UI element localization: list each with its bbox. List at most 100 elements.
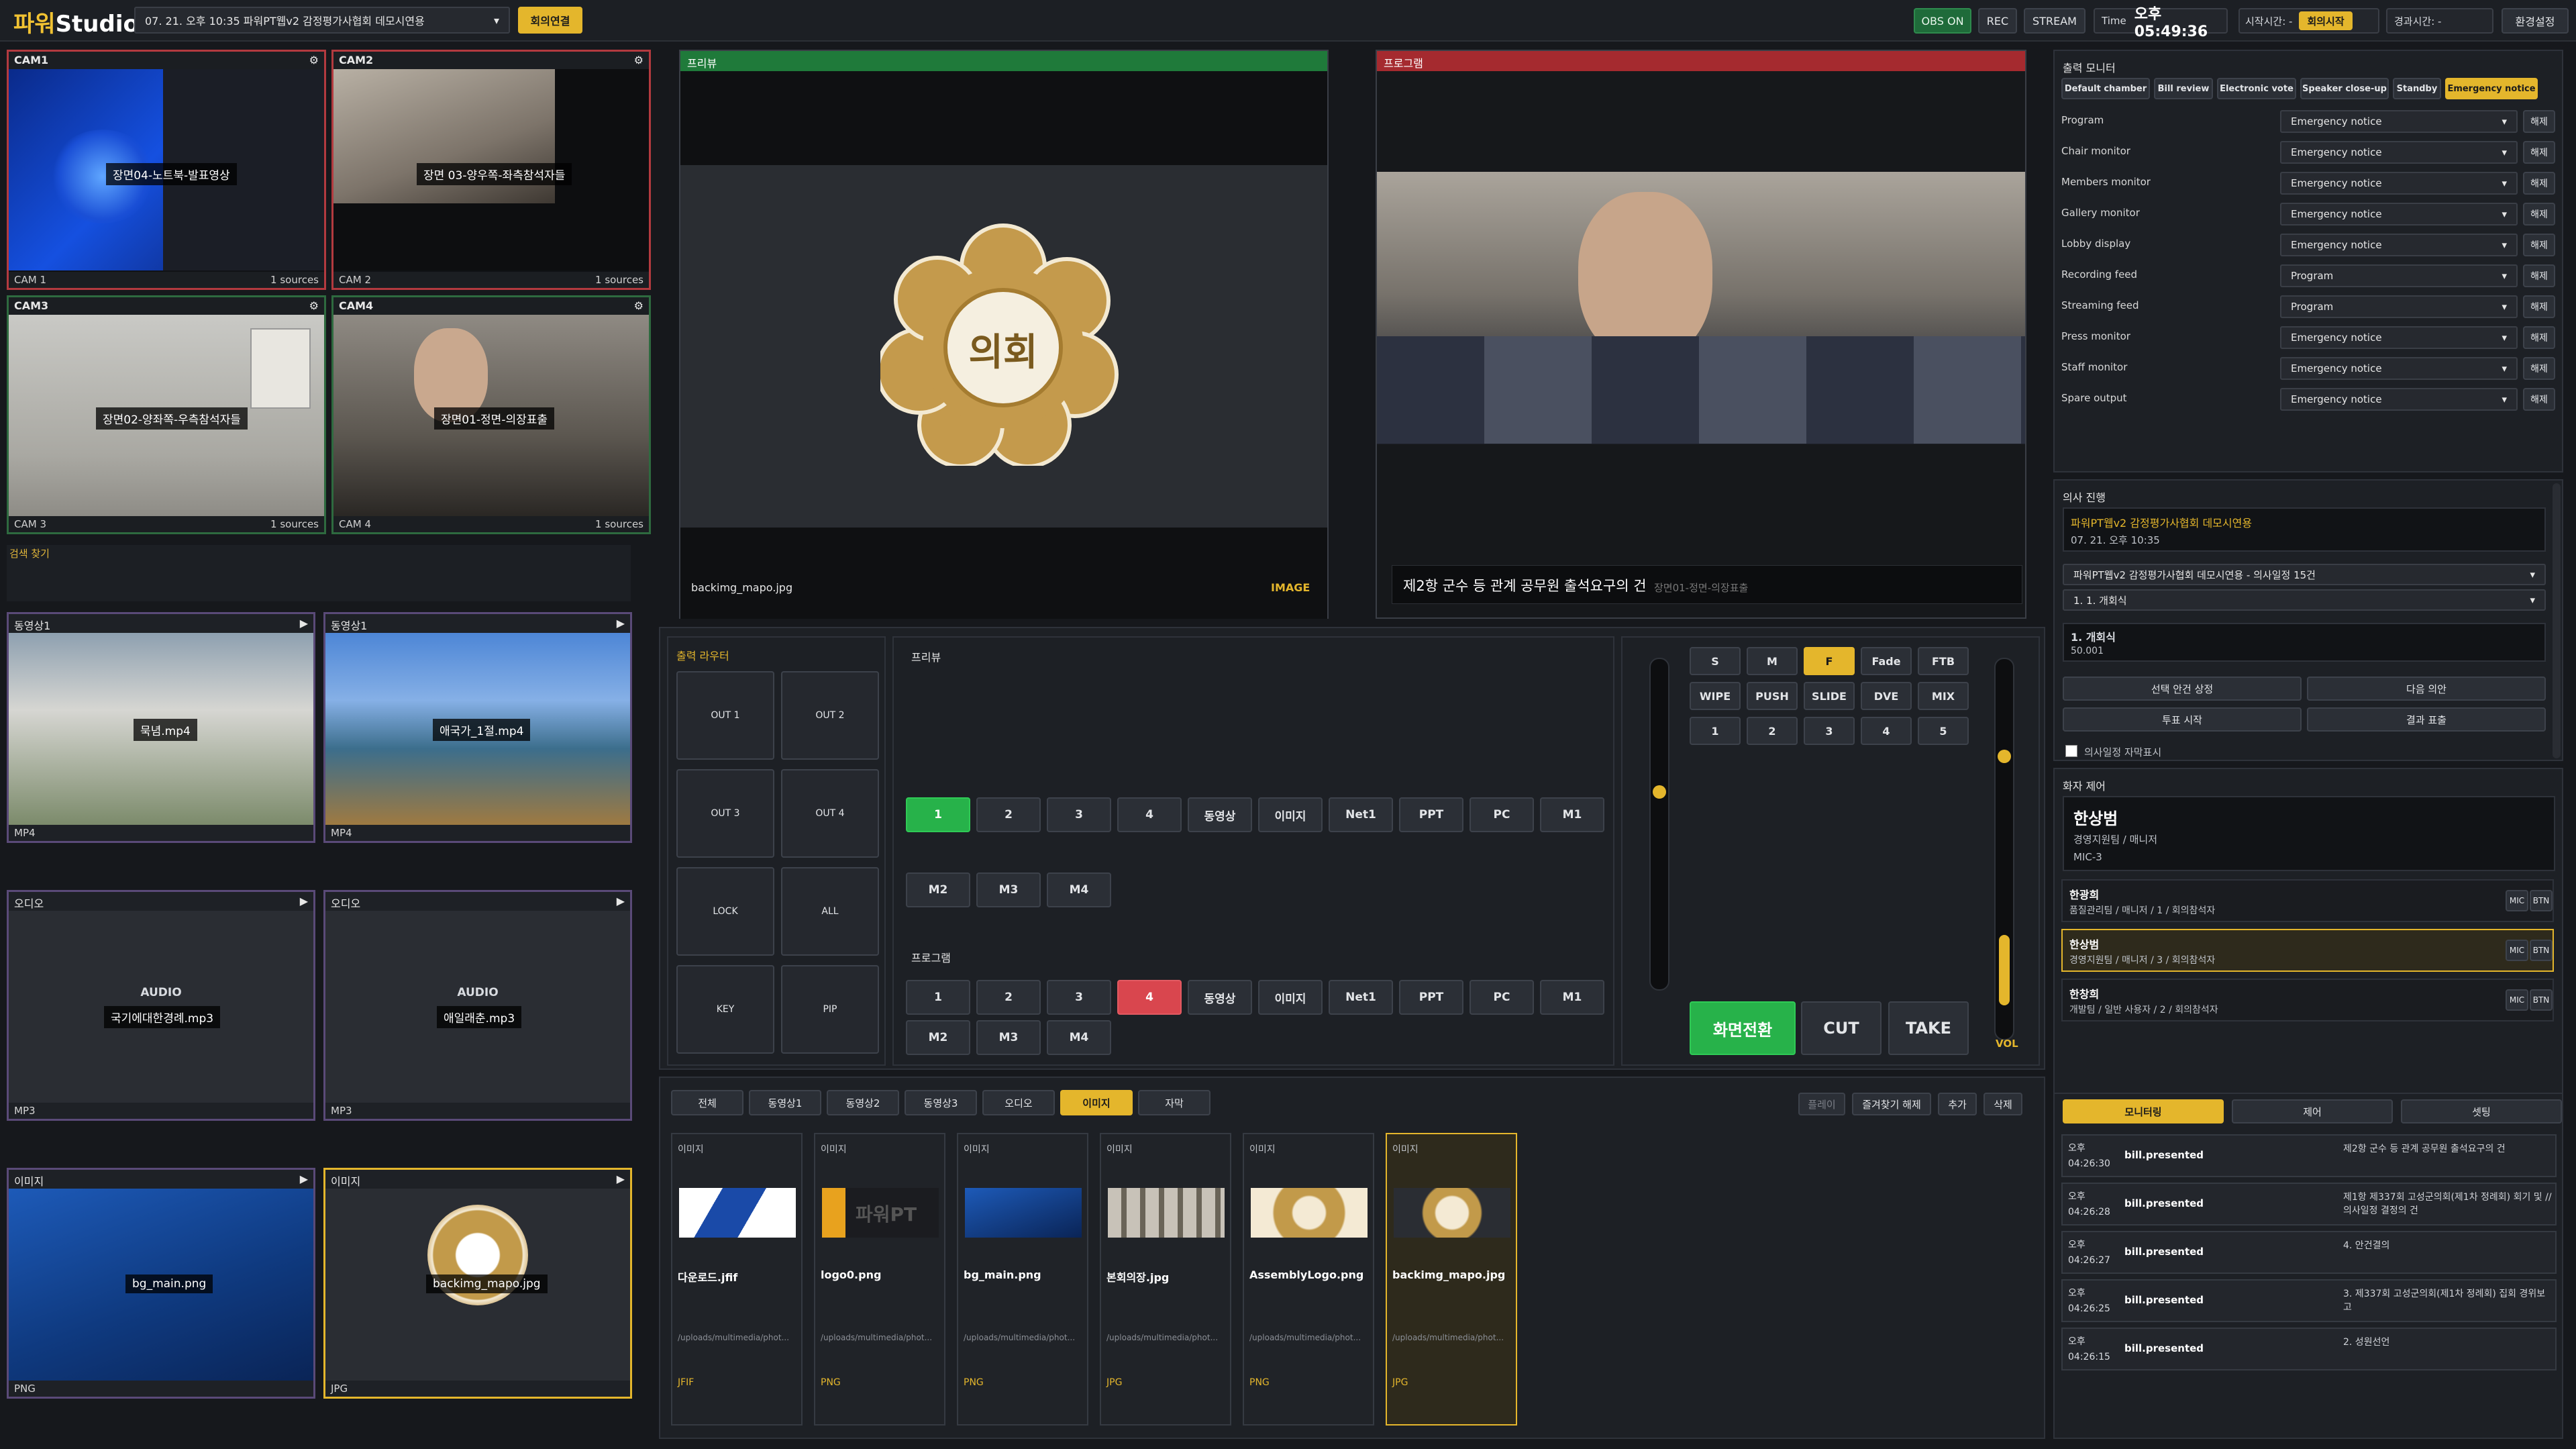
next-bill-button[interactable]: 다음 의안 <box>2307 677 2546 701</box>
output-row-select[interactable]: Program ▾ <box>2280 264 2518 287</box>
play-icon[interactable]: ▶ <box>617 617 625 630</box>
preview-bus-button-M3[interactable]: M3 <box>976 872 1041 907</box>
program-bus-button-M2[interactable]: M2 <box>906 1020 970 1055</box>
library-tab-4[interactable]: 오디오 <box>982 1090 1055 1115</box>
output-release-button[interactable]: 해제 <box>2523 110 2555 133</box>
preset-button-4[interactable]: Standby <box>2393 78 2441 99</box>
library-action-3[interactable]: 삭제 <box>1983 1093 2022 1115</box>
router-button-key[interactable]: KEY <box>676 965 774 1054</box>
output-row-select[interactable]: Emergency notice ▾ <box>2280 110 2518 133</box>
mic-button[interactable]: MIC <box>2506 940 2528 961</box>
obs-status-button[interactable]: OBS ON <box>1914 8 1971 34</box>
mic-button[interactable]: MIC <box>2506 890 2528 911</box>
settings-button[interactable]: 환경설정 <box>2502 8 2569 34</box>
transition-button-2[interactable]: 2 <box>1747 717 1798 745</box>
speaker-row[interactable]: 한상범 경영지원팀 / 매니저 / 3 / 회의참석자 MIC BTN <box>2061 929 2554 972</box>
output-release-button[interactable]: 해제 <box>2523 388 2555 411</box>
program-bus-button-M1[interactable]: M1 <box>1540 980 1604 1015</box>
agenda-session-select[interactable]: 파워PT웹v2 감정평가사협회 데모시연용 - 의사일정 15건 ▾ <box>2063 564 2546 585</box>
media-tile-video1[interactable]: 동영상1 ▶ 묵념.mp4 MP4 <box>7 612 315 843</box>
output-release-button[interactable]: 해제 <box>2523 141 2555 164</box>
transition-button-3[interactable]: 3 <box>1804 717 1855 745</box>
library-tab-0[interactable]: 전체 <box>671 1090 743 1115</box>
router-button-out-4[interactable]: OUT 4 <box>781 769 879 858</box>
preview-bus-button-3[interactable]: 3 <box>1047 797 1111 832</box>
output-row-select[interactable]: Emergency notice ▾ <box>2280 388 2518 411</box>
play-icon[interactable]: ▶ <box>300 895 308 908</box>
preview-bus-button-1[interactable]: 1 <box>906 797 970 832</box>
cam3-tile[interactable]: CAM3 ⚙ 장면02-양좌쪽-우측참석자들 CAM 31 sources <box>7 295 326 534</box>
program-bus-button-PPT[interactable]: PPT <box>1399 980 1463 1015</box>
program-bus-button-2[interactable]: 2 <box>976 980 1041 1015</box>
connect-meeting-button[interactable]: 회의연결 <box>518 7 582 34</box>
show-result-button[interactable]: 결과 표출 <box>2307 707 2546 732</box>
media-tile-image2[interactable]: 이미지 ▶ backimg_mapo.jpg JPG <box>323 1168 632 1399</box>
preview-bus-button-M1[interactable]: M1 <box>1540 797 1604 832</box>
preset-button-2[interactable]: Electronic vote <box>2217 78 2296 99</box>
tbar-handle[interactable] <box>1653 785 1666 799</box>
preview-bus-button-2[interactable]: 2 <box>976 797 1041 832</box>
library-item[interactable]: 이미지 다운로드.jfif/uploads/multimedia/phot... J… <box>671 1133 803 1426</box>
media-tile-audio1[interactable]: 오디오 ▶ AUDIO 국기에대한경례.mp3 MP3 <box>7 890 315 1121</box>
speaker-row[interactable]: 한창희 개발팀 / 일반 사용자 / 2 / 회의참석자 MIC BTN <box>2061 979 2554 1021</box>
transition-button-push[interactable]: PUSH <box>1747 682 1798 710</box>
transition-button-1[interactable]: 1 <box>1690 717 1741 745</box>
preset-button-3[interactable]: Speaker close-up <box>2300 78 2389 99</box>
preview-bus-button-M2[interactable]: M2 <box>906 872 970 907</box>
transition-button-s[interactable]: S <box>1690 647 1741 675</box>
output-release-button[interactable]: 해제 <box>2523 203 2555 226</box>
transition-button-f[interactable]: F <box>1804 647 1855 675</box>
play-icon[interactable]: ▶ <box>300 617 308 630</box>
start-vote-button[interactable]: 투표 시작 <box>2063 707 2302 732</box>
library-tab-5[interactable]: 이미지 <box>1060 1090 1133 1115</box>
router-button-out-1[interactable]: OUT 1 <box>676 671 774 760</box>
preset-button-0[interactable]: Default chamber <box>2061 78 2150 99</box>
output-row-select[interactable]: Emergency notice ▾ <box>2280 234 2518 256</box>
output-release-button[interactable]: 해제 <box>2523 326 2555 349</box>
agenda-item-select[interactable]: 1. 1. 개회식 ▾ <box>2063 589 2546 611</box>
transition-button-5[interactable]: 5 <box>1918 717 1969 745</box>
router-button-out-3[interactable]: OUT 3 <box>676 769 774 858</box>
program-bus-button-Net1[interactable]: Net1 <box>1329 980 1393 1015</box>
program-bus-button-1[interactable]: 1 <box>906 980 970 1015</box>
stream-button[interactable]: STREAM <box>2024 8 2085 34</box>
btn-button[interactable]: BTN <box>2530 989 2553 1011</box>
media-tile-image1[interactable]: 이미지 ▶ bg_main.png PNG <box>7 1168 315 1399</box>
media-tile-video2[interactable]: 동영상1 ▶ 애국가_1절.mp4 MP4 <box>323 612 632 843</box>
preset-button-5[interactable]: Emergency notice <box>2445 78 2538 99</box>
library-item[interactable]: 이미지 AssemblyLogo.png/uploads/multimedia/p… <box>1243 1133 1374 1426</box>
preview-bus-button-PPT[interactable]: PPT <box>1399 797 1463 832</box>
library-item[interactable]: 이미지 본회의장.jpg/uploads/multimedia/phot... JP… <box>1100 1133 1231 1426</box>
media-tile-audio2[interactable]: 오디오 ▶ AUDIO 애일래춘.mp3 MP3 <box>323 890 632 1121</box>
output-row-select[interactable]: Program ▾ <box>2280 295 2518 318</box>
rec-button[interactable]: REC <box>1978 8 2017 34</box>
transition-button-dve[interactable]: DVE <box>1861 682 1912 710</box>
library-item[interactable]: 이미지 파워PT logo0.png/uploads/multimedia/phot… <box>814 1133 945 1426</box>
log-tab-1[interactable]: 제어 <box>2232 1099 2393 1123</box>
transition-button-4[interactable]: 4 <box>1861 717 1912 745</box>
preview-bus-button-이미지[interactable]: 이미지 <box>1258 797 1323 832</box>
preview-bus-button-M4[interactable]: M4 <box>1047 872 1111 907</box>
transition-button-mix[interactable]: MIX <box>1918 682 1969 710</box>
preset-button-1[interactable]: Bill review <box>2154 78 2213 99</box>
output-release-button[interactable]: 해제 <box>2523 172 2555 195</box>
library-tab-6[interactable]: 자막 <box>1138 1090 1210 1115</box>
volume-handle[interactable] <box>1998 750 2011 763</box>
preview-bus-button-PC[interactable]: PC <box>1470 797 1534 832</box>
present-selected-bill-button[interactable]: 선택 안건 상정 <box>2063 677 2302 701</box>
btn-button[interactable]: BTN <box>2530 890 2553 911</box>
cam1-tile[interactable]: CAM1 ⚙ 장면04-노트북-발표영상 CAM 11 sources <box>7 50 326 290</box>
router-button-lock[interactable]: LOCK <box>676 867 774 956</box>
library-item[interactable]: 이미지 bg_main.png/uploads/multimedia/phot..… <box>957 1133 1088 1426</box>
log-tab-2[interactable]: 셋팅 <box>2401 1099 2562 1123</box>
output-row-select[interactable]: Emergency notice ▾ <box>2280 326 2518 349</box>
program-bus-button-M4[interactable]: M4 <box>1047 1020 1111 1055</box>
play-icon[interactable]: ▶ <box>617 1172 625 1186</box>
take-button[interactable]: TAKE <box>1888 1001 1969 1055</box>
cam2-tile[interactable]: CAM2 ⚙ 장면 03-양우쪽-좌측참석자들 CAM 21 sources <box>331 50 651 290</box>
output-row-select[interactable]: Emergency notice ▾ <box>2280 357 2518 380</box>
router-button-all[interactable]: ALL <box>781 867 879 956</box>
program-bus-button-이미지[interactable]: 이미지 <box>1258 980 1323 1015</box>
program-bus-button-3[interactable]: 3 <box>1047 980 1111 1015</box>
play-icon[interactable]: ▶ <box>617 895 625 908</box>
